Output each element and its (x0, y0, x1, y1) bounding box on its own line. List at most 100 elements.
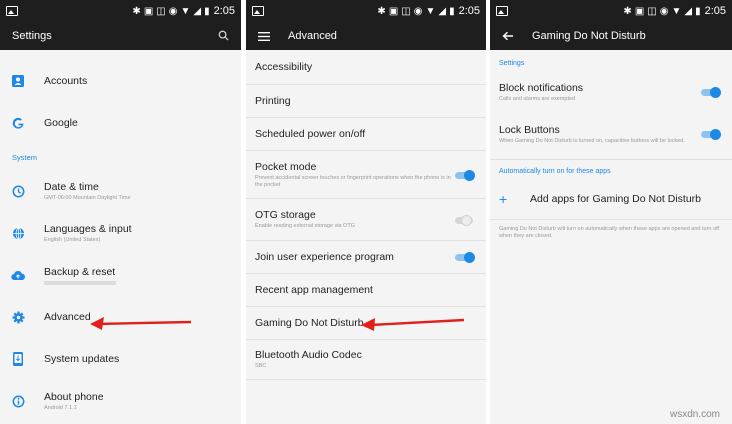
app-bar: Gaming Do Not Disturb (490, 22, 732, 50)
watermark: wsxdn.com (669, 409, 720, 420)
advanced-item-label: Scheduled power on/off (255, 128, 366, 140)
settings-item-date-time[interactable]: Date & time GMT-06:00 Mountain Daylight … (0, 170, 241, 212)
battery-icon: ▮ (695, 5, 701, 17)
plus-icon: + (499, 191, 508, 207)
settings-item-backup-reset[interactable]: Backup & reset (0, 254, 241, 296)
lock-buttons-toggle[interactable] (701, 129, 721, 140)
settings-item-label: Accounts (44, 75, 88, 87)
advanced-item-printing[interactable]: Printing (246, 85, 486, 118)
settings-item-label: Languages & input (44, 223, 132, 235)
section-header-system: System (12, 152, 38, 162)
back-arrow-icon[interactable] (502, 31, 522, 41)
settings-item-summary: English (United States) (44, 237, 101, 243)
settings-item-label: Date & time (44, 181, 99, 193)
status-bar: ✱ ▣ ◫ ◉ ▼ ◢ ▮ 2:05 (0, 0, 241, 22)
settings-item-label: Backup & reset (44, 265, 116, 278)
advanced-item-summary: SBC (255, 363, 267, 369)
clock: 2:05 (458, 5, 480, 17)
dnd-icon: ◉ (413, 5, 423, 17)
settings-item-label: About phone (44, 391, 104, 403)
settings-item-summary: GMT-06:00 Mountain Daylight Time (44, 195, 131, 201)
image-notification-icon (496, 6, 508, 16)
search-icon[interactable] (218, 29, 229, 44)
otg-storage-toggle[interactable] (455, 214, 473, 226)
battery-icon: ▮ (449, 5, 455, 17)
auto-turn-on-footnote: Gaming Do Not Disturb will turn on autom… (499, 226, 720, 239)
settings-item-languages[interactable]: Languages & input English (United States… (0, 212, 241, 254)
page-title: Gaming Do Not Disturb (532, 30, 646, 42)
wifi-icon: ▼ (671, 5, 682, 17)
advanced-item-user-experience[interactable]: Join user experience program (246, 241, 486, 274)
advanced-item-label: Bluetooth Audio Codec (255, 349, 362, 361)
settings-item-google[interactable]: Google (0, 102, 241, 144)
signal-icon: ◢ (684, 5, 693, 17)
advanced-item-label: OTG storage (255, 209, 316, 221)
advanced-item-label: Join user experience program (255, 251, 394, 263)
status-icons: ✱ ▣ ◫ ◉ ▼ ◢ ▮ (377, 6, 454, 17)
advanced-item-label: Gaming Do Not Disturb (255, 317, 364, 329)
section-header-settings: Settings (499, 60, 525, 67)
clock-icon (11, 184, 25, 198)
clock: 2:05 (213, 5, 235, 17)
signal-icon: ◢ (193, 5, 202, 17)
pocket-mode-toggle[interactable] (455, 169, 475, 181)
settings-item-advanced[interactable]: Advanced (0, 296, 241, 338)
block-notifications-label: Block notifications (499, 81, 584, 94)
settings-item-system-updates[interactable]: System updates (0, 338, 241, 380)
battery-icon: ▮ (204, 5, 210, 17)
settings-item-about-phone[interactable]: About phone Android 7.1.1 (0, 380, 241, 422)
app-bar: Settings (0, 22, 241, 50)
globe-icon (11, 226, 25, 240)
menu-icon[interactable] (258, 31, 278, 41)
settings-item-accounts[interactable]: Accounts (0, 60, 241, 102)
advanced-screen: ✱ ▣ ◫ ◉ ▼ ◢ ▮ 2:05 Advanced Accessibilit… (246, 0, 486, 424)
signal-icon: ◢ (438, 5, 447, 17)
advanced-item-pocket-mode[interactable]: Pocket mode Prevent accidental screen to… (246, 151, 486, 199)
user-experience-toggle[interactable] (455, 252, 475, 263)
section-header-auto-turn-on: Automatically turn on for these apps (499, 168, 611, 175)
settings-item-summary: Android 7.1.1 (44, 405, 77, 411)
advanced-item-label: Recent app management (255, 284, 373, 296)
gaming-dnd-screen: ✱ ▣ ◫ ◉ ▼ ◢ ▮ 2:05 Gaming Do Not Disturb… (490, 0, 732, 424)
add-apps-button[interactable]: + Add apps for Gaming Do Not Disturb (490, 179, 732, 219)
phone-update-icon (11, 352, 25, 366)
cloud-upload-icon (11, 268, 25, 282)
gear-icon (11, 310, 25, 324)
settings-screen: ✱ ▣ ◫ ◉ ▼ ◢ ▮ 2:05 Settings Accounts Goo… (0, 0, 241, 424)
advanced-item-gaming-dnd[interactable]: Gaming Do Not Disturb (246, 307, 486, 340)
settings-item-label: Google (44, 117, 78, 129)
block-notifications-summary: Calls and alarms are exempted (499, 95, 576, 102)
block-notifications-item[interactable]: Block notifications Calls and alarms are… (490, 71, 732, 113)
vibrate-icon: ◫ (401, 5, 411, 17)
advanced-item-scheduled-power[interactable]: Scheduled power on/off (246, 118, 486, 151)
advanced-item-bluetooth-codec[interactable]: Bluetooth Audio Codec SBC (246, 340, 486, 380)
lock-buttons-summary: When Gaming Do Not Disturb is turned on,… (499, 137, 685, 144)
advanced-item-otg-storage[interactable]: OTG storage Enable reading external stor… (246, 199, 486, 241)
wifi-icon: ▼ (425, 5, 436, 17)
vibrate-icon: ◫ (647, 5, 657, 17)
page-title: Advanced (288, 30, 337, 42)
accounts-icon (11, 74, 25, 88)
status-icons: ✱ ▣ ◫ ◉ ▼ ◢ ▮ (132, 6, 209, 17)
lock-buttons-item[interactable]: Lock Buttons When Gaming Do Not Disturb … (490, 113, 732, 155)
add-apps-label: Add apps for Gaming Do Not Disturb (530, 193, 701, 205)
block-notifications-toggle[interactable] (701, 87, 721, 98)
wifi-icon: ▼ (180, 5, 191, 17)
advanced-item-recent-app-management[interactable]: Recent app management (246, 274, 486, 307)
status-bar: ✱ ▣ ◫ ◉ ▼ ◢ ▮ 2:05 (490, 0, 732, 22)
advanced-item-summary: Enable reading external storage via OTG (255, 223, 355, 229)
bluetooth-icon: ✱ (132, 5, 141, 17)
status-icons: ✱ ▣ ◫ ◉ ▼ ◢ ▮ (623, 6, 700, 17)
bluetooth-icon: ✱ (623, 5, 632, 17)
image-notification-icon (6, 6, 18, 16)
clock: 2:05 (704, 5, 726, 17)
settings-item-label: System updates (44, 353, 120, 365)
nfc-icon: ▣ (634, 5, 645, 17)
advanced-item-accessibility[interactable]: Accessibility (246, 50, 486, 85)
advanced-item-label: Printing (255, 95, 291, 107)
info-icon (11, 394, 25, 408)
advanced-item-label: Accessibility (255, 61, 313, 73)
status-bar: ✱ ▣ ◫ ◉ ▼ ◢ ▮ 2:05 (246, 0, 486, 22)
dnd-icon: ◉ (168, 5, 178, 17)
redacted-email (44, 280, 116, 285)
